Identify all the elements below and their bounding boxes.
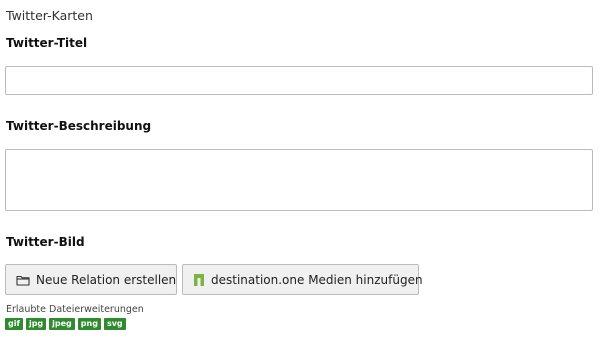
destination-media-button-label: destination.one Medien hinzufügen (211, 272, 423, 287)
file-extension-badge: svg (103, 318, 126, 330)
destination-one-logo-icon (193, 273, 205, 287)
section-title: Twitter-Karten (6, 8, 93, 23)
folder-icon (16, 274, 30, 286)
allowed-extensions-label: Erlaubte Dateierweiterungen (6, 304, 144, 315)
allowed-extensions-list: gif jpg jpeg png svg (5, 318, 126, 330)
new-relation-button[interactable]: Neue Relation erstellen (5, 264, 177, 295)
twitter-title-label: Twitter-Titel (6, 36, 88, 50)
twitter-title-input[interactable] (5, 66, 593, 95)
destination-media-button[interactable]: destination.one Medien hinzufügen (182, 264, 423, 295)
new-relation-button-label: Neue Relation erstellen (36, 272, 177, 287)
file-extension-badge: jpeg (49, 318, 75, 330)
twitter-description-textarea[interactable] (5, 149, 593, 211)
twitter-description-label: Twitter-Beschreibung (6, 119, 152, 133)
twitter-image-label: Twitter-Bild (6, 235, 85, 249)
file-extension-badge: gif (5, 318, 23, 330)
file-extension-badge: jpg (25, 318, 47, 330)
file-extension-badge: png (77, 318, 101, 330)
